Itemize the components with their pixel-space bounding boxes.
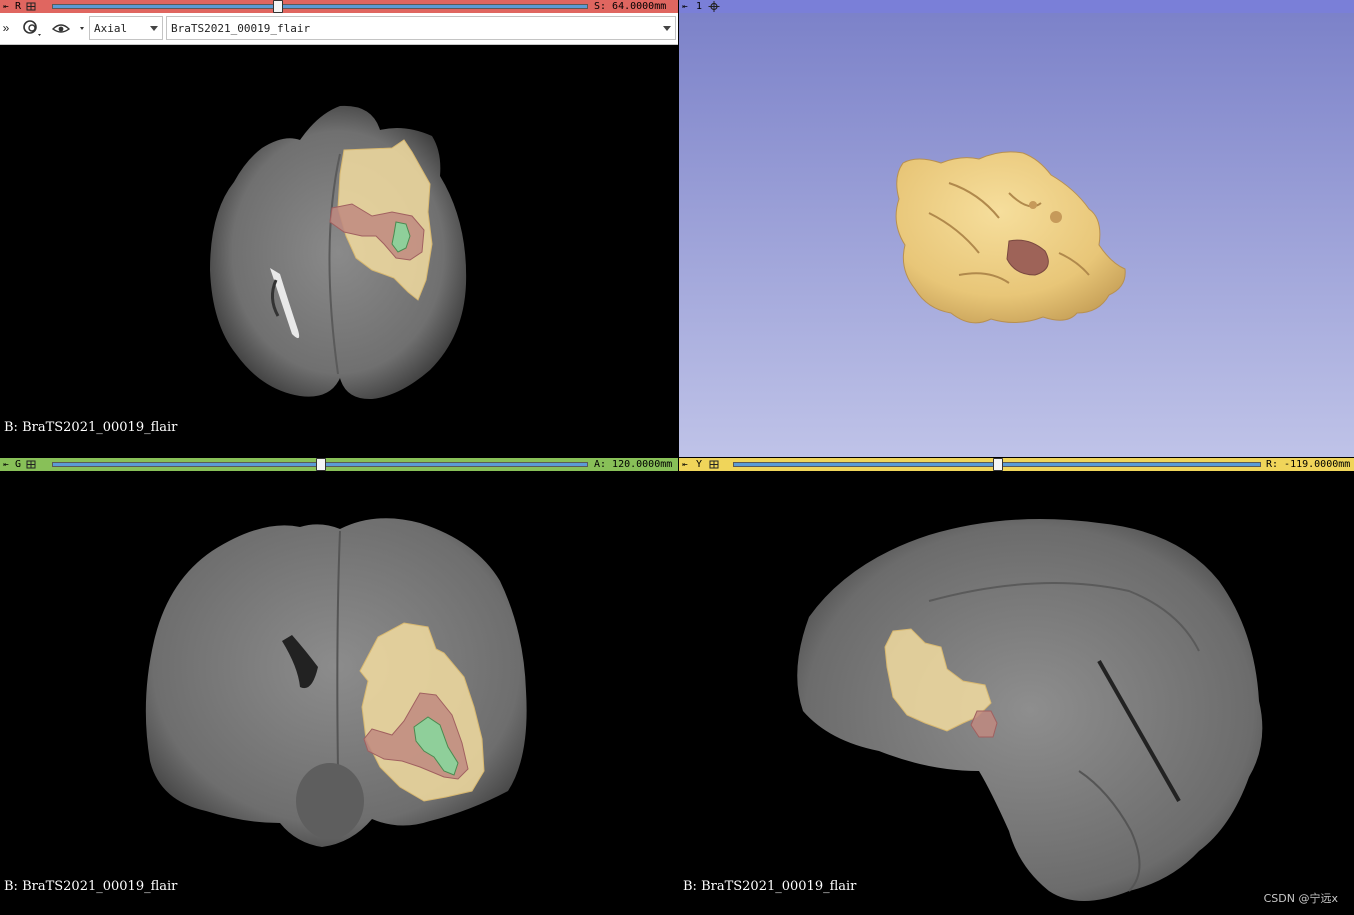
link-icon[interactable] — [18, 17, 44, 39]
volume-caption: B: BraTS2021_00019_flair — [683, 879, 857, 894]
slice-offset-slider[interactable] — [52, 0, 588, 13]
layout-grid-icon[interactable] — [707, 458, 721, 471]
pin-icon[interactable]: ⇤ — [0, 0, 12, 13]
yellow-slice-view[interactable]: ⇤ Y R: -119.0000mm B: BraTS2021_00019_fl… — [679, 458, 1354, 915]
layout-grid-icon[interactable] — [24, 0, 38, 13]
orientation-selector[interactable]: Axial — [89, 16, 163, 40]
coronal-slice-image[interactable] — [0, 471, 678, 915]
slider-thumb[interactable] — [316, 458, 326, 471]
chevron-down-icon — [663, 26, 671, 31]
view-label: Y — [695, 459, 703, 470]
volume-value: BraTS2021_00019_flair — [171, 22, 311, 35]
pin-icon[interactable]: ⇤ — [679, 0, 691, 13]
slice-offset-slider[interactable] — [52, 458, 588, 471]
slice-offset-value: R: -119.0000mm — [1266, 459, 1351, 470]
more-icon[interactable]: » — [0, 17, 12, 39]
volume-caption: B: BraTS2021_00019_flair — [4, 420, 178, 435]
orientation-value: Axial — [94, 22, 128, 35]
volume-caption: B: BraTS2021_00019_flair — [4, 879, 178, 894]
slider-thumb[interactable] — [993, 458, 1003, 471]
sagittal-slice-image[interactable] — [679, 471, 1354, 915]
pin-icon[interactable]: ⇤ — [679, 458, 691, 471]
slice-offset-slider[interactable] — [733, 458, 1261, 471]
view-label: 1 — [695, 1, 703, 12]
chevron-down-icon — [150, 26, 158, 31]
slider-thumb[interactable] — [273, 0, 284, 13]
slice-toolbar: » Axial BraTS2021_00019_flair — [0, 13, 678, 45]
slice-offset-value: S: 64.0000mm — [594, 1, 667, 12]
slice-offset-value: A: 120.0000mm — [594, 459, 673, 470]
threed-view[interactable]: ⇤ 1 — [679, 0, 1354, 457]
green-slice-view[interactable]: ⇤ G A: 120.0000mm B: BraTS2021_00019_fla… — [0, 458, 678, 915]
pin-icon[interactable]: ⇤ — [0, 458, 12, 471]
watermark: CSDN @宁远x — [1263, 892, 1338, 905]
axial-slice-image[interactable] — [0, 44, 678, 457]
brain-tissue — [797, 519, 1263, 901]
red-slice-view[interactable]: ⇤ R S: 64.0000mm » Axial BraTS2021_00019… — [0, 0, 678, 457]
tumor-3d-model[interactable] — [679, 13, 1354, 457]
gear-icon[interactable] — [707, 0, 721, 13]
volume-selector[interactable]: BraTS2021_00019_flair — [166, 16, 676, 40]
view-label: G — [14, 459, 22, 470]
brainstem — [296, 763, 364, 839]
eye-icon[interactable] — [48, 17, 88, 39]
layout-grid-icon[interactable] — [24, 458, 38, 471]
view-label: R — [14, 1, 22, 12]
threed-controller-bar: ⇤ 1 — [679, 0, 1354, 13]
